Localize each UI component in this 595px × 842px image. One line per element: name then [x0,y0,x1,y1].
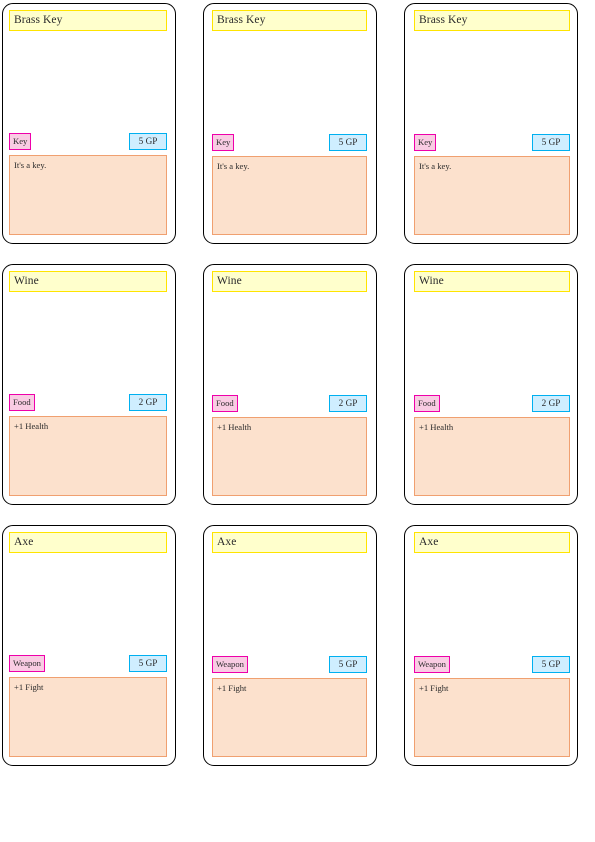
card-inner: Brass Key Key 5 GP It's a key. [9,10,167,237]
card-title: Brass Key [9,10,167,31]
card-grid: Brass Key Key 5 GP It's a key. Brass Key… [2,3,593,766]
card-inner: Wine Food 2 GP +1 Health [414,271,570,498]
card-price-badge: 2 GP [129,394,167,411]
card-inner: Axe Weapon 5 GP +1 Fight [212,532,367,759]
card-description: It's a key. [9,155,167,235]
card-description: +1 Health [212,417,367,496]
card-title: Brass Key [414,10,570,31]
item-card[interactable]: Axe Weapon 5 GP +1 Fight [404,525,578,766]
card-title: Wine [9,271,167,292]
card-title: Axe [414,532,570,553]
card-badge-row: Weapon 5 GP [9,655,167,672]
card-type-badge: Food [414,395,440,412]
card-inner: Brass Key Key 5 GP It's a key. [212,10,367,237]
card-price-badge: 5 GP [532,134,570,151]
card-type-badge: Key [212,134,235,151]
card-price-badge: 2 GP [532,395,570,412]
card-price-badge: 2 GP [329,395,367,412]
card-description: +1 Fight [9,677,167,757]
card-sheet: Brass Key Key 5 GP It's a key. Brass Key… [0,0,595,842]
card-badge-row: Weapon 5 GP [212,656,367,673]
card-inner: Wine Food 2 GP +1 Health [212,271,367,498]
item-card[interactable]: Brass Key Key 5 GP It's a key. [2,3,176,244]
card-type-badge: Key [9,133,32,150]
card-type-badge: Key [414,134,437,151]
card-title: Wine [414,271,570,292]
card-badge-row: Food 2 GP [212,395,367,412]
item-card[interactable]: Axe Weapon 5 GP +1 Fight [203,525,377,766]
item-card[interactable]: Axe Weapon 5 GP +1 Fight [2,525,176,766]
item-card[interactable]: Brass Key Key 5 GP It's a key. [404,3,578,244]
card-inner: Wine Food 2 GP +1 Health [9,271,167,498]
card-description: +1 Health [414,417,570,496]
card-inner: Axe Weapon 5 GP +1 Fight [9,532,167,759]
item-card[interactable]: Wine Food 2 GP +1 Health [2,264,176,505]
card-description: +1 Health [9,416,167,496]
card-inner: Axe Weapon 5 GP +1 Fight [414,532,570,759]
card-type-badge: Food [9,394,35,411]
card-price-badge: 5 GP [129,133,167,150]
card-title: Brass Key [212,10,367,31]
card-description: +1 Fight [414,678,570,757]
card-inner: Brass Key Key 5 GP It's a key. [414,10,570,237]
card-description: It's a key. [414,156,570,235]
card-price-badge: 5 GP [329,134,367,151]
card-title: Wine [212,271,367,292]
item-card[interactable]: Wine Food 2 GP +1 Health [203,264,377,505]
card-description: It's a key. [212,156,367,235]
card-badge-row: Key 5 GP [9,133,167,150]
card-badge-row: Weapon 5 GP [414,656,570,673]
card-price-badge: 5 GP [532,656,570,673]
card-badge-row: Key 5 GP [212,134,367,151]
card-title: Axe [212,532,367,553]
card-type-badge: Food [212,395,238,412]
card-title: Axe [9,532,167,553]
card-price-badge: 5 GP [329,656,367,673]
card-type-badge: Weapon [212,656,248,673]
card-price-badge: 5 GP [129,655,167,672]
item-card[interactable]: Brass Key Key 5 GP It's a key. [203,3,377,244]
item-card[interactable]: Wine Food 2 GP +1 Health [404,264,578,505]
card-description: +1 Fight [212,678,367,757]
card-badge-row: Food 2 GP [9,394,167,411]
card-badge-row: Key 5 GP [414,134,570,151]
card-type-badge: Weapon [9,655,45,672]
card-badge-row: Food 2 GP [414,395,570,412]
card-type-badge: Weapon [414,656,450,673]
